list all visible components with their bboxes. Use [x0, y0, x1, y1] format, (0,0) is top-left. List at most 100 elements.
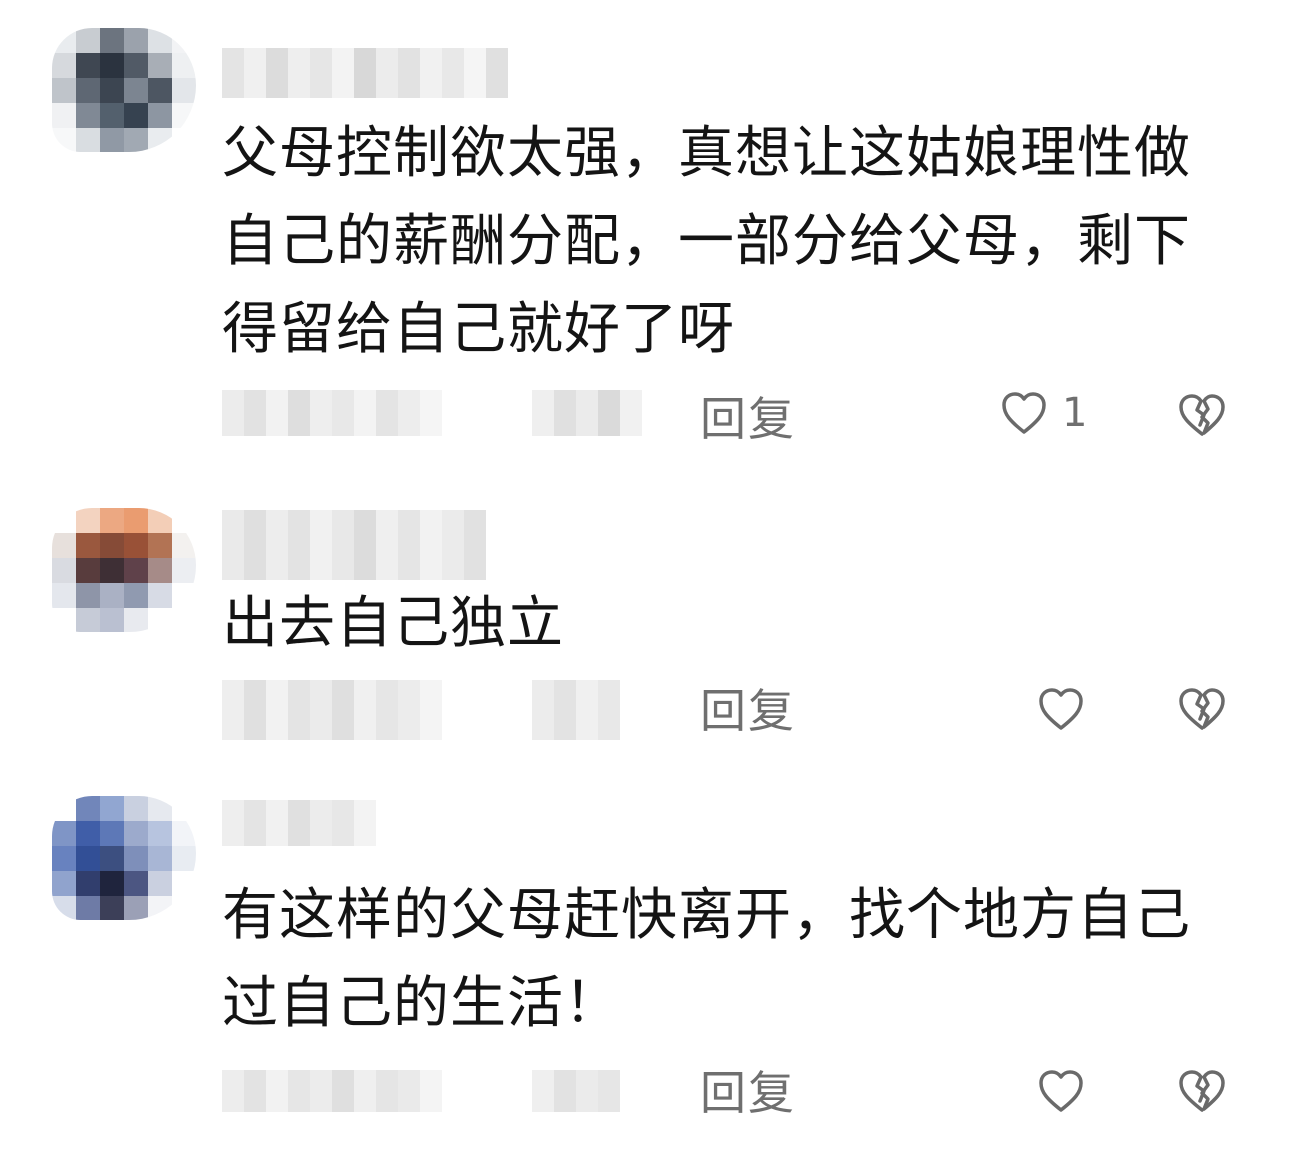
- username-blurred[interactable]: [222, 510, 486, 580]
- avatar-pixel: [52, 821, 76, 846]
- avatar-pixel: [172, 558, 196, 583]
- avatar-pixel: [148, 28, 172, 53]
- avatar-pixel: [100, 558, 124, 583]
- location-blurred: [532, 680, 620, 740]
- avatar-pixel: [148, 821, 172, 846]
- reply-button[interactable]: 回复: [700, 392, 796, 446]
- avatar-pixel: [76, 846, 100, 871]
- avatar-pixel: [52, 796, 76, 821]
- avatar-pixel: [172, 533, 196, 558]
- avatar-pixel: [124, 533, 148, 558]
- avatar-pixel: [172, 128, 196, 152]
- avatar-pixel: [100, 508, 124, 533]
- like-button[interactable]: 1: [1000, 390, 1087, 436]
- location-blurred: [532, 1070, 620, 1112]
- avatar-pixel: [148, 846, 172, 871]
- avatar-pixel: [52, 78, 76, 103]
- avatar-pixel: [148, 583, 172, 608]
- avatar-pixel: [148, 896, 172, 920]
- avatar-pixel: [124, 821, 148, 846]
- avatar-pixel: [172, 896, 196, 920]
- avatar-pixel: [124, 896, 148, 920]
- reply-button[interactable]: 回复: [700, 1066, 796, 1120]
- timestamp-blurred: [222, 680, 442, 740]
- avatar-pixel: [76, 533, 100, 558]
- avatar-pixel: [148, 508, 172, 533]
- avatar-pixel: [52, 508, 76, 533]
- avatar-pixel: [52, 103, 76, 128]
- dislike-button[interactable]: [1177, 1068, 1227, 1114]
- avatar-pixel: [52, 896, 76, 920]
- avatar-pixel: [172, 53, 196, 78]
- timestamp-blurred: [222, 1070, 442, 1112]
- avatar-pixel: [172, 103, 196, 128]
- comment-text: 出去自己独立: [222, 591, 564, 656]
- avatar-pixel: [124, 871, 148, 896]
- avatar-pixel: [172, 583, 196, 608]
- heart-outline-icon: [1000, 390, 1048, 436]
- avatar-pixel: [100, 608, 124, 632]
- avatar-pixel: [124, 53, 148, 78]
- comment-text: 父母控制欲太强，真想让这姑娘理性做 自己的薪酬分配，一部分给父母，剩下 得留给自…: [222, 121, 1191, 362]
- avatar-pixel: [172, 796, 196, 821]
- avatar-pixel: [124, 103, 148, 128]
- avatar-pixel: [148, 78, 172, 103]
- like-button[interactable]: [1037, 686, 1099, 732]
- avatar-pixel: [76, 128, 100, 152]
- avatar-pixel: [76, 558, 100, 583]
- avatar-pixel: [172, 508, 196, 533]
- avatar-pixel: [124, 558, 148, 583]
- avatar-pixel: [124, 128, 148, 152]
- timestamp-blurred: [222, 390, 442, 436]
- avatar-pixel: [100, 533, 124, 558]
- avatar-pixel: [100, 583, 124, 608]
- avatar-pixel: [76, 78, 100, 103]
- avatar-pixel: [124, 608, 148, 632]
- avatar-pixel: [172, 821, 196, 846]
- avatar-pixel: [124, 28, 148, 53]
- dislike-button[interactable]: [1177, 686, 1227, 732]
- avatar-pixel: [52, 608, 76, 632]
- avatar-pixel: [172, 608, 196, 632]
- avatar-pixel: [76, 796, 100, 821]
- avatar-pixel: [148, 103, 172, 128]
- avatar-pixel: [100, 796, 124, 821]
- avatar-pixel: [172, 871, 196, 896]
- avatar-pixel: [100, 128, 124, 152]
- avatar-pixel: [124, 508, 148, 533]
- broken-heart-icon: [1177, 392, 1227, 438]
- avatar-pixel: [76, 28, 100, 53]
- heart-outline-icon: [1037, 1068, 1085, 1114]
- dislike-button[interactable]: [1177, 392, 1227, 438]
- avatar-pixel: [148, 533, 172, 558]
- avatar-pixel: [100, 896, 124, 920]
- avatar-pixel: [124, 78, 148, 103]
- avatar-pixel: [124, 583, 148, 608]
- avatar-pixel: [148, 608, 172, 632]
- like-button[interactable]: [1037, 1068, 1099, 1114]
- avatar-pixel: [76, 821, 100, 846]
- avatar-pixel: [52, 28, 76, 53]
- avatar-pixel: [100, 103, 124, 128]
- avatar[interactable]: [52, 796, 196, 920]
- avatar[interactable]: [52, 28, 196, 152]
- avatar-pixel: [124, 846, 148, 871]
- avatar-pixel: [76, 608, 100, 632]
- avatar-pixel: [100, 821, 124, 846]
- avatar-pixel: [76, 896, 100, 920]
- username-blurred[interactable]: [222, 48, 508, 98]
- avatar-pixel: [124, 796, 148, 821]
- avatar-pixel: [52, 558, 76, 583]
- like-count: 1: [1062, 390, 1088, 436]
- username-blurred[interactable]: [222, 800, 376, 846]
- reply-button[interactable]: 回复: [700, 684, 796, 738]
- avatar-pixel: [76, 53, 100, 78]
- avatar-pixel: [52, 846, 76, 871]
- comment-text: 有这样的父母赶快离开，找个地方自己 过自己的生活！: [222, 883, 1191, 1036]
- avatar-pixel: [172, 78, 196, 103]
- avatar-pixel: [100, 28, 124, 53]
- avatar-pixel: [100, 53, 124, 78]
- avatar-pixel: [148, 128, 172, 152]
- avatar[interactable]: [52, 508, 196, 632]
- avatar-pixel: [148, 871, 172, 896]
